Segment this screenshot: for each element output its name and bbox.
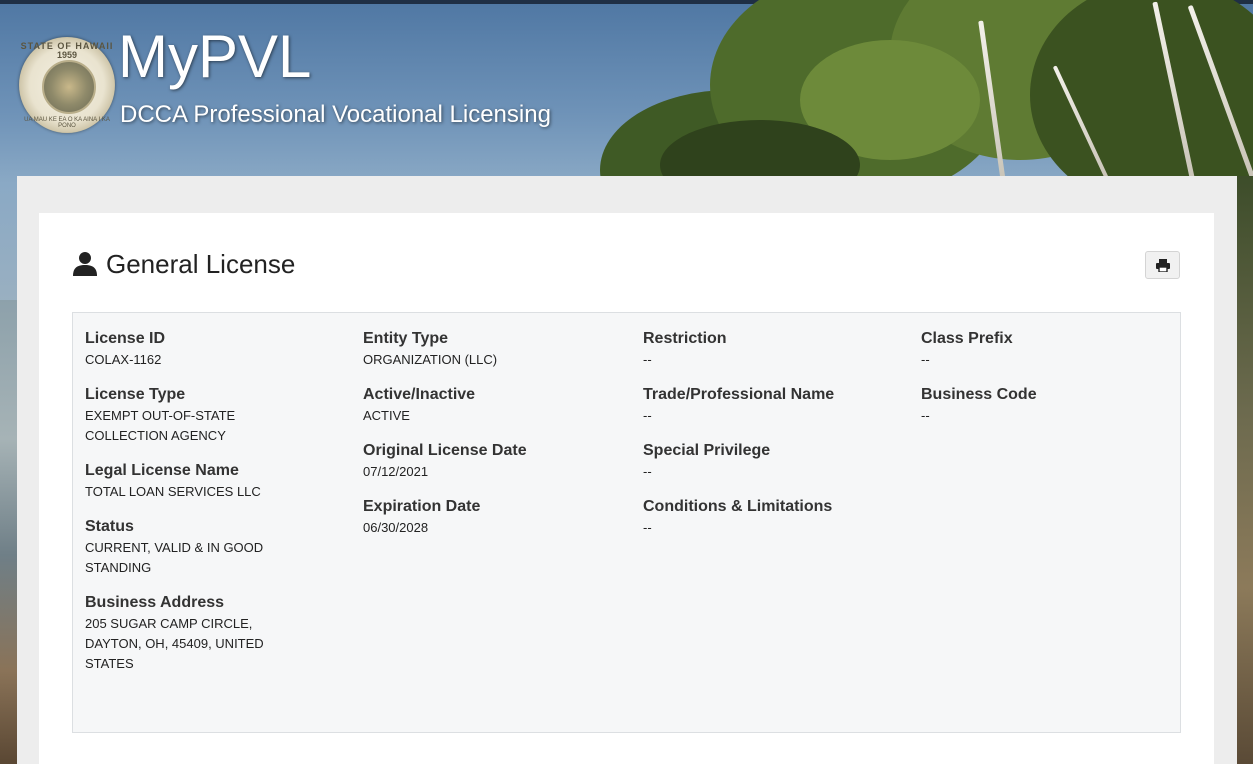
field-active-inactive: Active/Inactive ACTIVE (363, 385, 613, 426)
field-value: COLAX-1162 (85, 352, 162, 367)
field-label: Business Address (85, 594, 225, 611)
card-header: General License (72, 247, 295, 281)
card-title: General License (106, 248, 296, 279)
field-label: Class Prefix (921, 330, 1013, 347)
field-value: CURRENT, VALID & IN GOOD STANDING (85, 540, 264, 575)
details-column-1: License ID COLAX-1162 License Type EXEMP… (85, 329, 305, 689)
field-business-address: Business Address 205 SUGAR CAMP CIRCLE, … (85, 593, 305, 674)
field-value: ORGANIZATION (LLC) (363, 352, 498, 367)
field-label: Status (85, 518, 134, 535)
details-column-3: Restriction -- Trade/Professional Name -… (643, 329, 903, 553)
field-restriction: Restriction -- (643, 329, 903, 370)
state-seal-logo: STATE OF HAWAII 1959 UA MAU KE EA O KA A… (19, 37, 115, 133)
field-label: Business Code (921, 386, 1037, 403)
field-value: -- (643, 464, 652, 479)
user-icon (73, 252, 97, 276)
field-value: 06/30/2028 (363, 520, 429, 535)
field-license-id: License ID COLAX-1162 (85, 329, 305, 370)
field-label: License Type (85, 386, 186, 403)
app-subtitle: DCCA Professional Vocational Licensing (120, 101, 551, 128)
field-business-code: Business Code -- (921, 385, 1171, 426)
field-class-prefix: Class Prefix -- (921, 329, 1171, 370)
field-value: 205 SUGAR CAMP CIRCLE, DAYTON, OH, 45409… (85, 616, 264, 671)
field-label: Active/Inactive (363, 386, 476, 403)
app-title: MyPVL (118, 23, 312, 90)
field-special-privilege: Special Privilege -- (643, 441, 903, 482)
field-label: Restriction (643, 330, 727, 347)
field-original-license-date: Original License Date 07/12/2021 (363, 441, 613, 482)
field-value: 07/12/2021 (363, 464, 429, 479)
field-value: -- (643, 520, 652, 535)
license-details: License ID COLAX-1162 License Type EXEMP… (72, 312, 1181, 733)
field-status: Status CURRENT, VALID & IN GOOD STANDING (85, 517, 305, 578)
field-license-type: License Type EXEMPT OUT-OF-STATE COLLECT… (85, 385, 305, 446)
field-legal-license-name: Legal License Name TOTAL LOAN SERVICES L… (85, 461, 305, 502)
field-value: -- (921, 408, 930, 423)
background-trees (560, 0, 1253, 190)
field-value: -- (921, 352, 930, 367)
field-label: Expiration Date (363, 498, 481, 515)
field-label: Special Privilege (643, 442, 771, 459)
field-trade-professional-name: Trade/Professional Name -- (643, 385, 903, 426)
details-column-2: Entity Type ORGANIZATION (LLC) Active/In… (363, 329, 613, 553)
field-label: Legal License Name (85, 462, 239, 479)
field-conditions-limitations: Conditions & Limitations -- (643, 497, 903, 538)
field-entity-type: Entity Type ORGANIZATION (LLC) (363, 329, 613, 370)
print-icon (1155, 258, 1170, 272)
field-label: Original License Date (363, 442, 527, 459)
license-card: General License License ID COLAX-1162 Li… (39, 213, 1214, 764)
field-value: -- (643, 408, 652, 423)
field-value: TOTAL LOAN SERVICES LLC (85, 484, 261, 499)
background-forest-edge (1237, 176, 1253, 764)
field-value: EXEMPT OUT-OF-STATE COLLECTION AGENCY (85, 408, 236, 443)
field-value: ACTIVE (363, 408, 410, 423)
field-label: Conditions & Limitations (643, 498, 833, 515)
field-value: -- (643, 352, 652, 367)
field-label: Trade/Professional Name (643, 386, 835, 403)
field-label: Entity Type (363, 330, 449, 347)
details-column-4: Class Prefix -- Business Code -- (921, 329, 1171, 441)
field-label: License ID (85, 330, 166, 347)
field-expiration-date: Expiration Date 06/30/2028 (363, 497, 613, 538)
print-button[interactable] (1145, 251, 1180, 279)
